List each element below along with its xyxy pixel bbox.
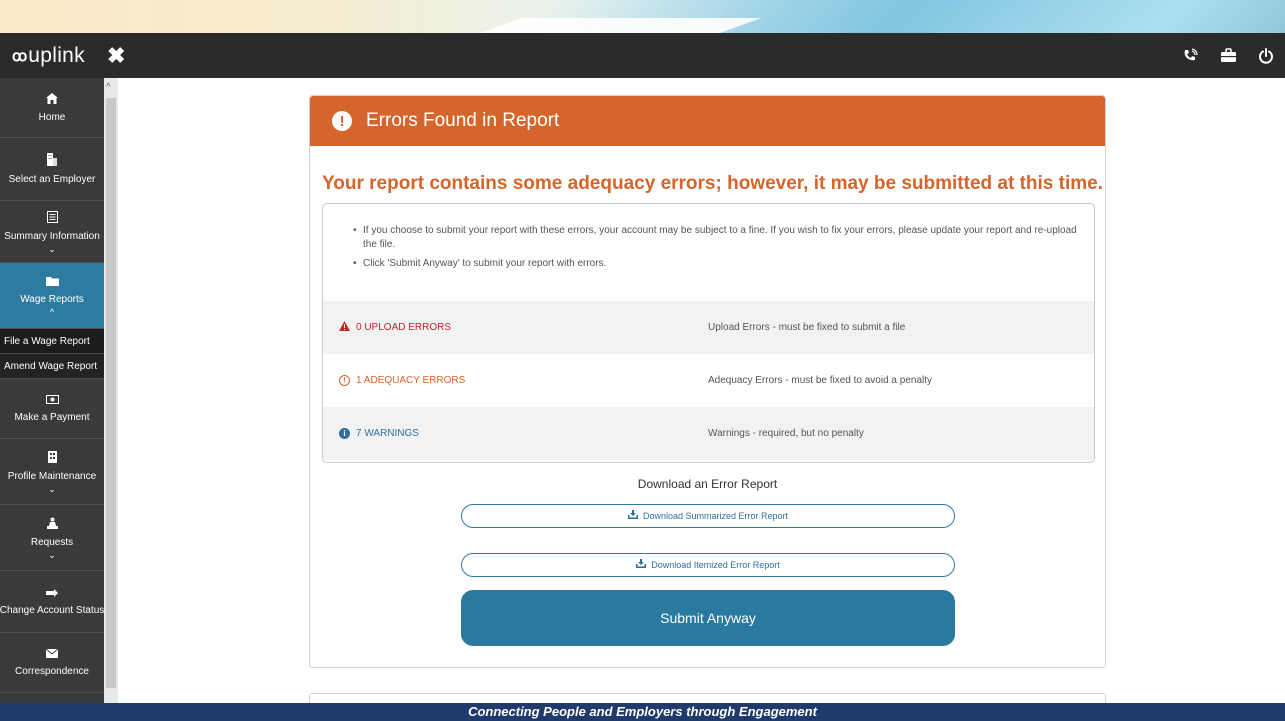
chevron-up-icon: ^ (49, 306, 55, 317)
download-icon (627, 510, 638, 522)
footer-tagline: Connecting People and Employers through … (0, 703, 1285, 721)
profile-icon (47, 450, 57, 465)
sidebar-item-make-payment[interactable]: Make a Payment (0, 379, 104, 439)
errors-panel: ! Errors Found in Report Your report con… (309, 95, 1106, 668)
instructions-list: If you choose to submit your report with… (323, 204, 1094, 271)
submit-anyway-button[interactable]: Submit Anyway (461, 590, 955, 646)
close-menu-button[interactable]: ✖ (107, 43, 125, 69)
warning-triangle-icon (339, 321, 350, 334)
folder-icon (45, 276, 59, 288)
sidebar-item-summary-information[interactable]: Summary Information ⌄ (0, 201, 104, 263)
phone-signal-icon[interactable] (1171, 33, 1209, 78)
chevron-down-icon: ⌄ (48, 549, 56, 560)
warnings-text: 7 WARNINGS (356, 428, 419, 439)
upload-errors-row: 0 UPLOAD ERRORS Upload Errors - must be … (323, 301, 1094, 354)
logo-text: uplink (28, 43, 85, 67)
panel-title: Errors Found in Report (366, 110, 560, 131)
adequacy-headline: Your report contains some adequacy error… (322, 173, 1103, 194)
error-summary-box: If you choose to submit your report with… (322, 203, 1095, 463)
adequacy-errors-label: ! 1 ADEQUACY ERRORS (323, 375, 708, 386)
adequacy-errors-row: ! 1 ADEQUACY ERRORS Adequacy Errors - mu… (323, 354, 1094, 407)
upload-errors-label: 0 UPLOAD ERRORS (323, 321, 708, 334)
adequacy-errors-desc: Adequacy Errors - must be fixed to avoid… (708, 375, 933, 386)
sidebar-item-label: Profile Maintenance (7, 470, 97, 482)
sidebar-item-correspondence[interactable]: Correspondence (0, 633, 104, 693)
warnings-row: i 7 WARNINGS Warnings - required, but no… (323, 407, 1094, 460)
chevron-down-icon: ⌄ (48, 243, 56, 254)
sidebar-scrollbar[interactable]: ^ (104, 78, 118, 703)
download-icon (636, 559, 647, 571)
sidebar-item-label: Correspondence (15, 666, 89, 677)
uplink-logo[interactable]: ꝏ uplink (12, 44, 85, 68)
envelope-icon (45, 648, 59, 660)
top-banner (0, 0, 1285, 33)
briefcase-icon[interactable] (1209, 33, 1247, 78)
exclamation-icon: ! (332, 111, 352, 131)
sidebar-item-requests[interactable]: Requests ⌄ (0, 505, 104, 571)
scroll-up-icon[interactable]: ^ (106, 82, 111, 93)
instruction-item: Click 'Submit Anyway' to submit your rep… (353, 257, 1084, 271)
download-itemized-button[interactable]: Download Itemized Error Report (461, 553, 955, 577)
sidebar-item-label: Requests (30, 536, 74, 548)
download-summarized-label: Download Summarized Error Report (642, 511, 789, 521)
sidebar-item-wage-reports[interactable]: Wage Reports ^ (0, 263, 104, 329)
app-header: ꝏ uplink ✖ (0, 33, 1285, 78)
chevron-down-icon: ⌄ (48, 483, 56, 494)
adequacy-errors-text: 1 ADEQUACY ERRORS (356, 375, 466, 386)
info-icon: i (339, 428, 350, 439)
home-icon (46, 92, 58, 106)
sidebar-item-label: Make a Payment (14, 412, 90, 423)
sidebar-subitem-amend-wage-report[interactable]: Amend Wage Report (0, 354, 104, 379)
download-section-title: Download an Error Report (637, 477, 778, 491)
sidebar-item-select-employer[interactable]: Select an Employer (0, 138, 104, 201)
sidebar-item-label: Summary Information (4, 230, 100, 242)
logo-mark-icon: ꝏ (12, 47, 27, 65)
summary-icon (46, 210, 58, 225)
panel-header: ! Errors Found in Report (310, 96, 1105, 146)
sidebar-item-home[interactable]: Home (0, 78, 104, 138)
banner-wedge (438, 18, 762, 33)
sidebar-item-label: Home (38, 111, 66, 123)
download-itemized-label: Download Itemized Error Report (651, 560, 780, 570)
sidebar: Home Select an Employer Summary Informat… (0, 78, 104, 703)
upload-errors-desc: Upload Errors - must be fixed to submit … (708, 322, 906, 333)
payment-icon (45, 394, 59, 406)
upload-errors-text: 0 UPLOAD ERRORS (356, 322, 452, 333)
instruction-item: If you choose to submit your report with… (353, 224, 1084, 252)
exclamation-circle-icon: ! (339, 375, 350, 386)
warnings-desc: Warnings - required, but no penalty (708, 428, 864, 439)
header-actions (1171, 33, 1285, 78)
requests-icon (46, 517, 58, 531)
sidebar-item-label: Change Account Status (0, 605, 104, 616)
download-summarized-button[interactable]: Download Summarized Error Report (461, 504, 955, 528)
power-icon[interactable] (1247, 33, 1285, 78)
sidebar-item-profile-maintenance[interactable]: Profile Maintenance ⌄ (0, 439, 104, 505)
warnings-label: i 7 WARNINGS (323, 428, 708, 439)
sidebar-item-label: Wage Reports (20, 293, 84, 305)
status-icon (46, 587, 58, 599)
building-icon (47, 153, 57, 168)
sidebar-subitem-file-wage-report[interactable]: File a Wage Report (0, 329, 104, 354)
sidebar-item-label: Select an Employer (8, 174, 96, 185)
sidebar-item-change-account-status[interactable]: Change Account Status (0, 571, 104, 633)
scrollbar-thumb[interactable] (106, 98, 116, 688)
